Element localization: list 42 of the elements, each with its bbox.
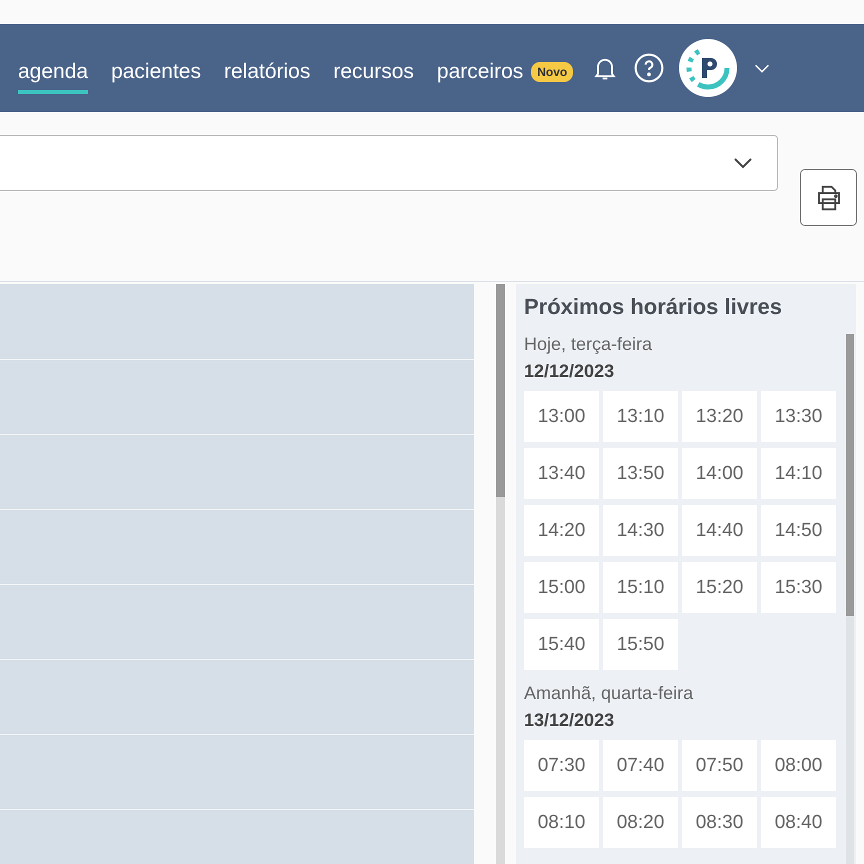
time-slot-button[interactable]: 07:30 (524, 740, 599, 791)
time-slot-button[interactable]: 15:40 (524, 619, 599, 670)
time-slot-button[interactable]: 14:50 (761, 505, 836, 556)
time-slot-button[interactable]: 08:00 (761, 740, 836, 791)
scrollbar[interactable] (846, 334, 854, 864)
time-slot-button[interactable]: 14:40 (682, 505, 757, 556)
nav-tab[interactable]: pacientes (111, 50, 201, 94)
day-label: Hoje, terça-feira (524, 334, 654, 355)
print-button[interactable] (800, 169, 857, 226)
panel-title: Próximos horários livres (524, 294, 783, 320)
time-slot-button[interactable]: 15:30 (761, 562, 836, 613)
help-icon[interactable] (633, 52, 666, 84)
date-label: 13/12/2023 (524, 710, 616, 731)
time-slot-button[interactable]: 14:10 (761, 448, 836, 499)
time-slot-button[interactable]: 13:40 (524, 448, 599, 499)
time-slot-button[interactable]: 14:20 (524, 505, 599, 556)
nav-tab[interactable]: recursos (333, 50, 414, 94)
dropdown-field[interactable] (0, 135, 778, 191)
time-slot-button[interactable]: 13:50 (603, 448, 678, 499)
time-slot-button[interactable]: 15:00 (524, 562, 599, 613)
time-slot-button[interactable]: 14:00 (682, 448, 757, 499)
time-slot-button[interactable]: 15:50 (603, 619, 678, 670)
time-slot-button[interactable]: 08:30 (682, 797, 757, 848)
nav-tab[interactable]: parceiros Novo (436, 50, 574, 94)
day-label: Amanhã, quarta-feira (524, 683, 694, 704)
date-label: 12/12/2023 (524, 361, 616, 382)
scrollbar[interactable] (496, 284, 505, 864)
time-slot-button[interactable]: 08:40 (761, 797, 836, 848)
time-slot-button[interactable]: 15:10 (603, 562, 678, 613)
time-slot-button[interactable]: 15:20 (682, 562, 757, 613)
nav-tab[interactable]: relatórios (224, 50, 310, 94)
new-badge: Novo (531, 62, 574, 82)
time-slot-button[interactable]: 08:20 (603, 797, 678, 848)
nav-tab[interactable]: agenda (18, 50, 88, 94)
time-slot-button[interactable]: 08:10 (524, 797, 599, 848)
time-slot-button[interactable]: 13:00 (524, 391, 599, 442)
time-slot-button[interactable]: 07:50 (682, 740, 757, 791)
time-slot-button[interactable]: 07:40 (603, 740, 678, 791)
time-slot-button[interactable]: 13:30 (761, 391, 836, 442)
time-slot-button[interactable]: 13:10 (603, 391, 678, 442)
time-slot-button[interactable]: 13:20 (682, 391, 757, 442)
time-slot-button[interactable]: 14:30 (603, 505, 678, 556)
